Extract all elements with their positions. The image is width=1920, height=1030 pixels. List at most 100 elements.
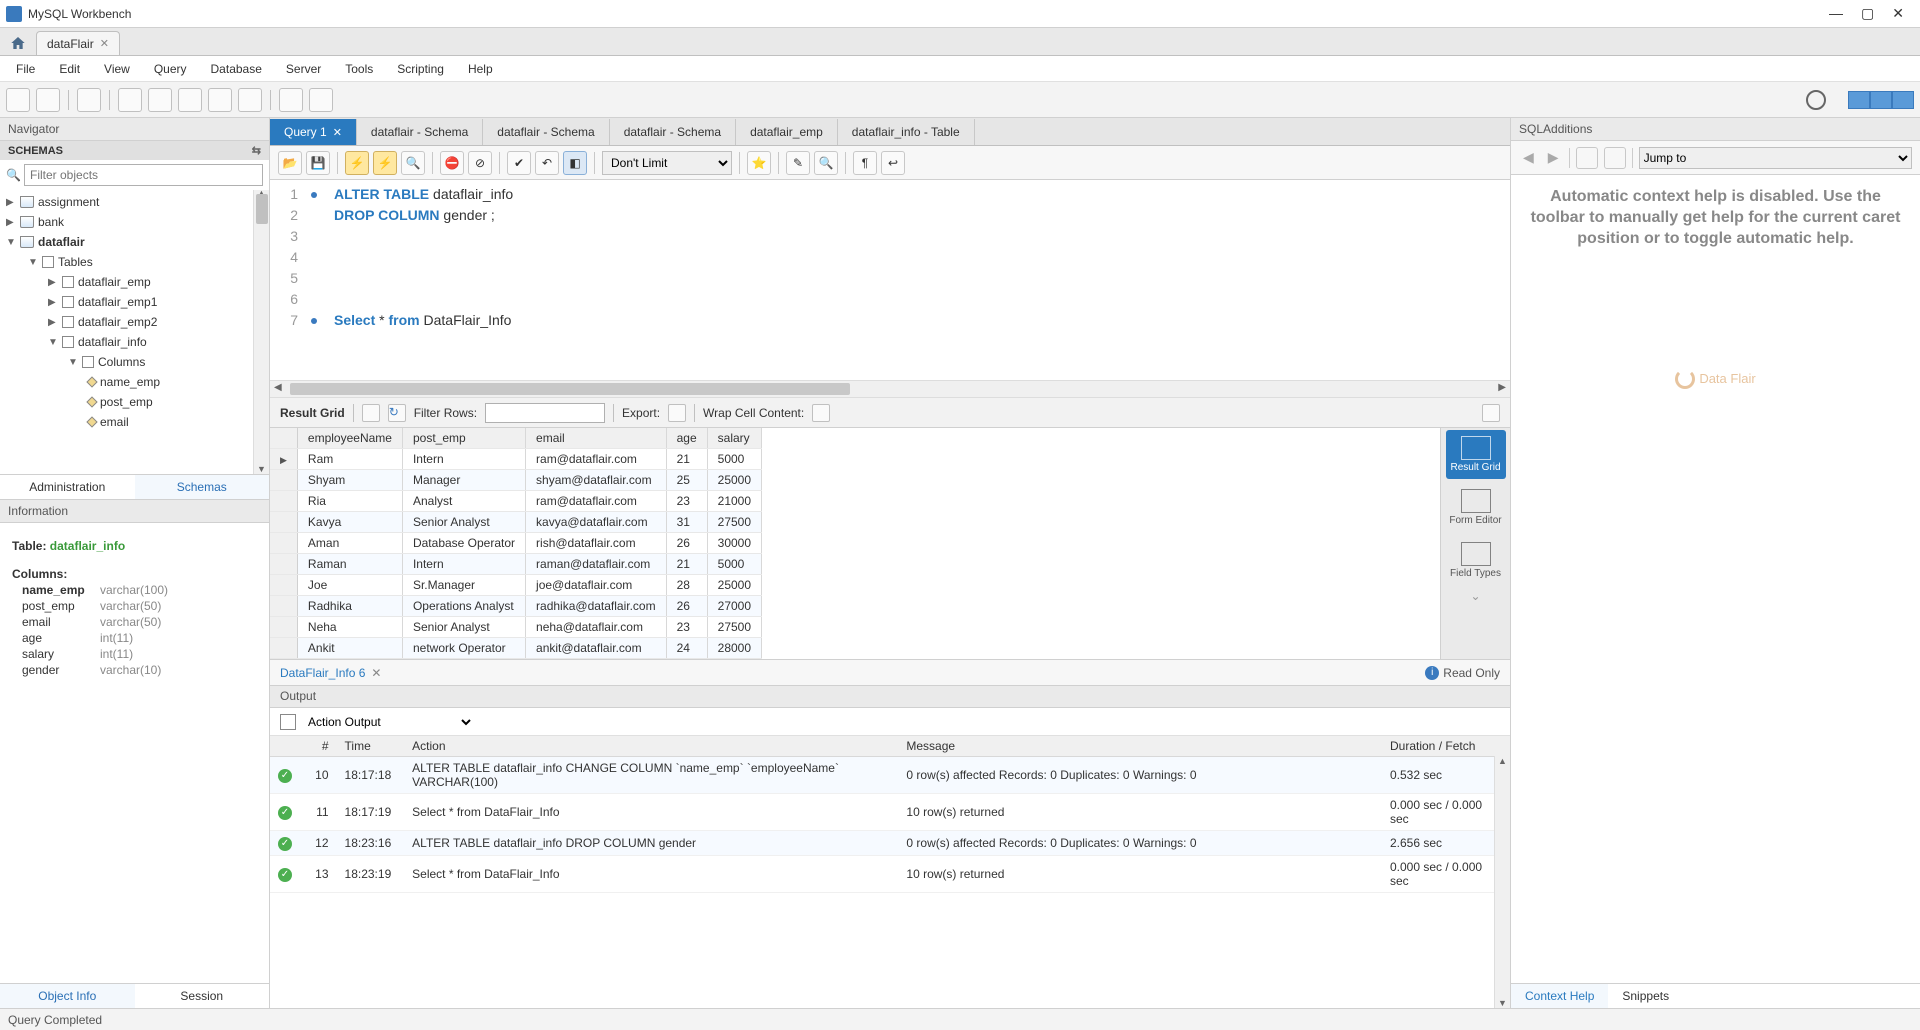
search-table-icon[interactable] xyxy=(279,88,303,112)
row-header[interactable] xyxy=(270,596,297,617)
word-wrap-icon[interactable]: ↩ xyxy=(881,151,905,175)
db-bank[interactable]: bank xyxy=(38,215,64,229)
grid-cell[interactable]: 25000 xyxy=(707,575,761,596)
row-header[interactable] xyxy=(270,554,297,575)
grid-cell[interactable]: 5000 xyxy=(707,554,761,575)
grid-cell[interactable]: 21000 xyxy=(707,491,761,512)
jump-to-select[interactable]: Jump to xyxy=(1639,147,1912,169)
view-form-editor[interactable]: Form Editor xyxy=(1446,483,1506,532)
grid-cell[interactable]: radhika@dataflair.com xyxy=(526,596,667,617)
help-icon[interactable] xyxy=(1576,147,1598,169)
result-tab-close-icon[interactable]: ✕ xyxy=(371,666,381,680)
query-tab[interactable]: dataflair_emp xyxy=(736,119,838,145)
grid-cell[interactable]: Operations Analyst xyxy=(402,596,525,617)
connection-tab-dataflair[interactable]: dataFlair ✕ xyxy=(36,31,120,55)
layout-toggles[interactable] xyxy=(1848,91,1914,109)
open-file-icon[interactable]: 📂 xyxy=(278,151,302,175)
result-grid-icon[interactable] xyxy=(362,404,380,422)
grid-cell[interactable]: kavya@dataflair.com xyxy=(526,512,667,533)
tab-administration[interactable]: Administration xyxy=(0,475,135,499)
commit-icon[interactable]: ✔ xyxy=(507,151,531,175)
save-file-icon[interactable]: 💾 xyxy=(306,151,330,175)
db-assignment[interactable]: assignment xyxy=(38,195,99,209)
limit-rows-select[interactable]: Don't Limit xyxy=(602,151,732,175)
row-header[interactable] xyxy=(270,638,297,659)
close-tab-icon[interactable]: ✕ xyxy=(100,37,109,50)
close-tab-icon[interactable]: ✕ xyxy=(333,126,342,139)
grid-cell[interactable]: 23 xyxy=(666,617,707,638)
grid-cell[interactable]: shyam@dataflair.com xyxy=(526,470,667,491)
grid-cell[interactable]: ram@dataflair.com xyxy=(526,491,667,512)
invisible-chars-icon[interactable]: ¶ xyxy=(853,151,877,175)
result-tab-name[interactable]: DataFlair_Info 6 xyxy=(280,666,365,680)
col-email[interactable]: email xyxy=(100,415,129,429)
grid-cell[interactable]: 27000 xyxy=(707,596,761,617)
nav-fwd-icon[interactable]: ▶ xyxy=(1544,149,1563,166)
create-table-icon[interactable] xyxy=(148,88,172,112)
table-dataflair-emp[interactable]: dataflair_emp xyxy=(78,275,151,289)
menu-database[interactable]: Database xyxy=(201,58,272,80)
inspector-icon[interactable] xyxy=(77,88,101,112)
beautify-icon[interactable]: ✎ xyxy=(786,151,810,175)
column-header[interactable]: post_emp xyxy=(402,428,525,449)
grid-cell[interactable]: 25000 xyxy=(707,470,761,491)
sql-editor[interactable]: 1234567 ALTER TABLE dataflair_infoDROP C… xyxy=(270,180,1510,380)
auto-help-icon[interactable] xyxy=(1604,147,1626,169)
grid-cell[interactable]: 27500 xyxy=(707,512,761,533)
refresh-icon[interactable]: ↻ xyxy=(388,404,406,422)
tree-scrollbar[interactable]: ▲ ▼ xyxy=(253,190,269,474)
query-tab[interactable]: dataflair - Schema xyxy=(610,119,736,145)
execute-icon[interactable]: ⚡ xyxy=(345,151,369,175)
grid-cell[interactable]: Shyam xyxy=(297,470,402,491)
column-header[interactable]: age xyxy=(666,428,707,449)
grid-cell[interactable]: Senior Analyst xyxy=(402,512,525,533)
export-icon[interactable] xyxy=(668,404,686,422)
explain-icon[interactable]: 🔍 xyxy=(401,151,425,175)
maximize-button[interactable]: ▢ xyxy=(1861,5,1874,22)
query-tab[interactable]: dataflair - Schema xyxy=(357,119,483,145)
grid-cell[interactable]: 28 xyxy=(666,575,707,596)
grid-cell[interactable]: joe@dataflair.com xyxy=(526,575,667,596)
table-dataflair-info[interactable]: dataflair_info xyxy=(78,335,147,349)
create-schema-icon[interactable] xyxy=(118,88,142,112)
find-icon[interactable]: 🔍 xyxy=(814,151,838,175)
schema-tree[interactable]: ▶assignment ▶bank ▼dataflair ▼Tables ▶da… xyxy=(0,190,269,474)
query-tab[interactable]: dataflair_info - Table xyxy=(838,119,975,145)
tab-snippets[interactable]: Snippets xyxy=(1608,984,1683,1008)
view-result-grid[interactable]: Result Grid xyxy=(1446,430,1506,479)
row-header[interactable] xyxy=(270,449,297,470)
filter-objects-input[interactable] xyxy=(24,164,263,186)
create-func-icon[interactable] xyxy=(238,88,262,112)
output-table[interactable]: #TimeActionMessageDuration / Fetch✓1018:… xyxy=(270,736,1510,1008)
minimize-button[interactable]: — xyxy=(1829,5,1843,22)
favorite-icon[interactable]: ⭐ xyxy=(747,151,771,175)
row-header[interactable] xyxy=(270,617,297,638)
query-tab[interactable]: Query 1✕ xyxy=(270,119,357,145)
stop-on-error-icon[interactable]: ⊘ xyxy=(468,151,492,175)
grid-cell[interactable]: Kavya xyxy=(297,512,402,533)
grid-cell[interactable]: 21 xyxy=(666,449,707,470)
output-row[interactable]: ✓1218:23:16ALTER TABLE dataflair_info DR… xyxy=(270,831,1510,856)
grid-cell[interactable]: rish@dataflair.com xyxy=(526,533,667,554)
tab-context-help[interactable]: Context Help xyxy=(1511,984,1608,1008)
menu-scripting[interactable]: Scripting xyxy=(387,58,454,80)
view-field-types[interactable]: Field Types xyxy=(1446,536,1506,585)
grid-cell[interactable]: 26 xyxy=(666,596,707,617)
grid-cell[interactable]: Sr.Manager xyxy=(402,575,525,596)
grid-cell[interactable]: Intern xyxy=(402,449,525,470)
chevron-down-icon[interactable]: ⌄ xyxy=(1470,589,1480,603)
grid-cell[interactable]: Neha xyxy=(297,617,402,638)
column-header[interactable]: employeeName xyxy=(297,428,402,449)
row-header[interactable] xyxy=(270,491,297,512)
column-header[interactable]: salary xyxy=(707,428,761,449)
grid-cell[interactable]: 25 xyxy=(666,470,707,491)
menu-view[interactable]: View xyxy=(94,58,140,80)
execute-current-icon[interactable]: ⚡ xyxy=(373,151,397,175)
settings-icon[interactable] xyxy=(1806,90,1826,110)
grid-cell[interactable]: Senior Analyst xyxy=(402,617,525,638)
rebuild-icon[interactable] xyxy=(309,88,333,112)
table-dataflair-emp1[interactable]: dataflair_emp1 xyxy=(78,295,157,309)
grid-cell[interactable]: Aman xyxy=(297,533,402,554)
grid-cell[interactable]: Radhika xyxy=(297,596,402,617)
grid-cell[interactable]: Manager xyxy=(402,470,525,491)
